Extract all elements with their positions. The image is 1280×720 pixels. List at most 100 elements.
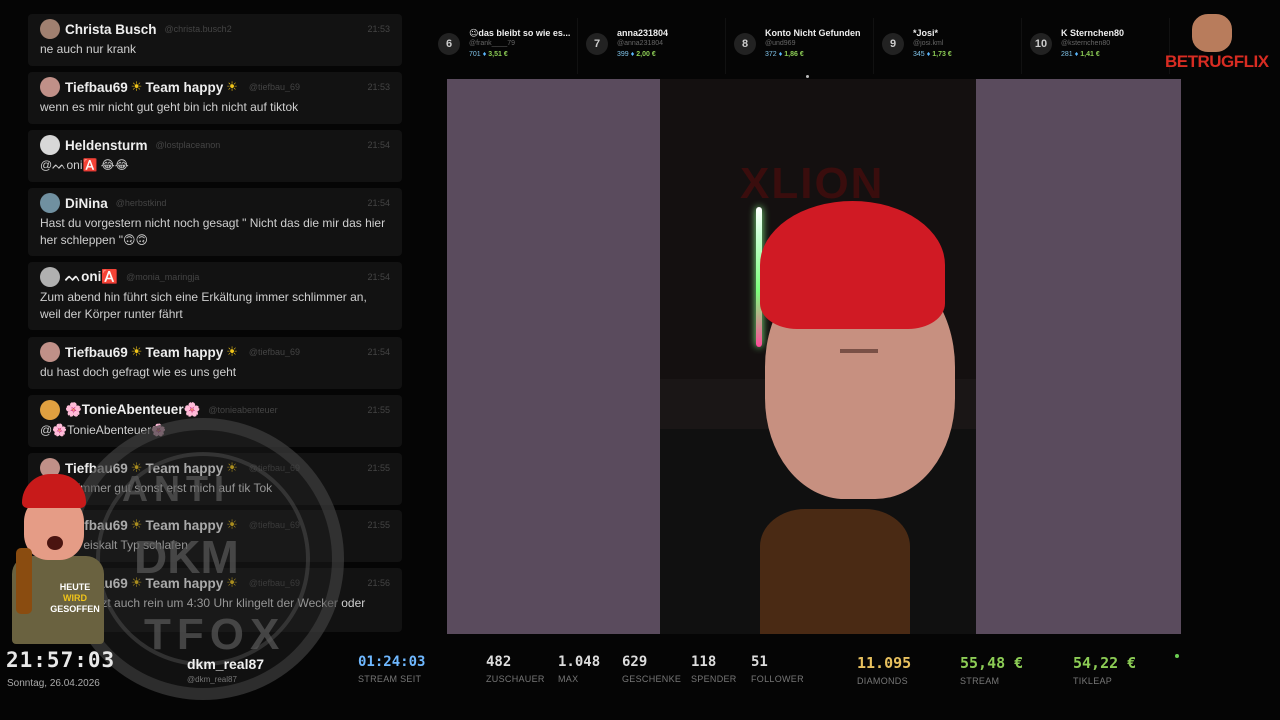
chat-time: 21:54 [367, 272, 390, 282]
sun-badge-icon: ☀ [130, 460, 143, 475]
stat-label: DIAMONDS [857, 676, 908, 686]
chat-username: DiNina [65, 195, 108, 211]
webcam-frame: XLION [660, 79, 976, 634]
avatar [40, 19, 60, 39]
avatar [40, 193, 60, 213]
money-value: 2,00 € [636, 51, 656, 58]
stat-value: 01:24:03 [358, 654, 426, 670]
leaderboard-name: 😉das bleibt so wie es... [469, 28, 571, 38]
stat-label: GESCHENKE [622, 674, 682, 684]
leaderboard-name: *Josi* [913, 28, 939, 38]
stat-label: SPENDER [691, 674, 737, 684]
diamond-icon: ♦ [482, 51, 487, 58]
stat-value: 629 [622, 654, 648, 670]
stat-value: 51 [751, 654, 768, 670]
betrugflix-logo: BETRUGFLIX [1162, 14, 1269, 76]
stat-value: 54,22 € [1073, 654, 1137, 672]
chat-username: Heldensturm [65, 137, 148, 153]
chat-text: ne auch nur krank [40, 42, 137, 56]
chat-message: Heldensturm @lostplaceanon 21:54 @ᨓoni🅰️… [28, 130, 402, 182]
chat-handle: @tiefbau_69 [248, 578, 301, 588]
chat-username: ᨓoni🅰️ [65, 269, 119, 284]
chat-time: 21:53 [367, 24, 390, 34]
stat-value: 55,48 € [960, 654, 1024, 672]
diamond-count: 399 [617, 51, 629, 58]
chat-text: Hast du vorgestern nicht noch gesagt " N… [40, 216, 386, 247]
chat-time: 21:53 [367, 82, 390, 92]
leaderboard-entry[interactable]: 8 Konto Nicht Gefunden @und969 372 ♦ 1,86 … [726, 18, 874, 74]
sun-badge-icon: ☀ [226, 575, 238, 590]
diamond-icon: ♦ [1074, 51, 1079, 58]
stat-label: TIKLEAP [1073, 676, 1113, 686]
chat-text: @🌸TonieAbenteuer🌸 [40, 423, 167, 437]
chat-username: 🌸TonieAbenteuer🌸 [65, 402, 201, 417]
chat-time: 21:55 [367, 405, 390, 415]
stat-stream-duration: 01:24:03 STREAM SEIT [358, 654, 425, 684]
chat-time: 21:56 [367, 578, 390, 588]
diamond-count: 701 [469, 51, 481, 58]
avatar [40, 77, 60, 97]
chat-username: Tiefbau69 [65, 79, 128, 95]
sun-badge-icon: ☀ [130, 575, 143, 590]
stat-label: STREAM [960, 676, 1000, 686]
chat-text: wenn es mir nicht gut geht bin ich nicht… [40, 100, 299, 114]
chat-message: Tiefbau69 ☀ Team happy ☀ @tiefbau_69 21:… [28, 72, 402, 124]
sun-badge-icon: ☀ [226, 517, 238, 532]
stat-label: STREAM SEIT [358, 674, 422, 684]
rank-badge: 10 [1030, 33, 1052, 55]
leaderboard-handle: @josi.kml [913, 40, 944, 47]
stat-tikleap: 54,22 € TIKLEAP [1073, 654, 1136, 686]
stat-diamonds: 11.095 DIAMONDS [857, 654, 911, 686]
gifter-leaderboard: 6 😉das bleibt so wie es... @frank____79 … [430, 18, 1170, 76]
leaderboard-entry[interactable]: 7 anna231804 @anna231804 399 ♦ 2,00 € [578, 18, 726, 74]
money-value: 1,41 € [1080, 51, 1100, 58]
team-label: Team happy [145, 575, 224, 591]
leaderboard-handle: @ksternchen80 [1061, 40, 1111, 47]
leaderboard-stats: 701 ♦ 3,51 € [469, 51, 508, 58]
chat-text: du hast doch gefragt wie es uns geht [40, 365, 237, 379]
chat-message: 🌸TonieAbenteuer🌸 @tonieabenteuer 21:55 @… [28, 395, 402, 447]
chat-username: Tiefbau69 [65, 344, 128, 360]
diamond-icon: ♦ [926, 51, 931, 58]
video-stream[interactable]: XLION [447, 79, 1181, 634]
shirt-print [760, 509, 910, 634]
chat-text: @ᨓoni🅰️ 😂😂 [40, 158, 129, 172]
leaderboard-entry[interactable]: 10 K Sternchen80 @ksternchen80 281 ♦ 1,41 … [1022, 18, 1170, 74]
stat-value: 1.048 [558, 654, 601, 670]
leaderboard-stats: 372 ♦ 1,86 € [765, 51, 804, 58]
status-dot [806, 75, 809, 78]
stat-stream-earnings: 55,48 € STREAM [960, 654, 1023, 686]
avatar [40, 135, 60, 155]
sun-badge-icon: ☀ [226, 344, 238, 359]
live-indicator-dot [1175, 654, 1179, 658]
team-label: Team happy [145, 517, 224, 533]
leaderboard-handle: @anna231804 [617, 40, 664, 47]
avatar [40, 342, 60, 362]
leaderboard-entry[interactable]: 9 *Josi* @josi.kml 345 ♦ 1,73 € [874, 18, 1022, 74]
sun-badge-icon: ☀ [226, 460, 238, 475]
mascot-cap [22, 474, 86, 508]
chat-username: Christa Busch [65, 21, 157, 37]
chat-handle: @tiefbau_69 [248, 520, 301, 530]
slogan-line: GESOFFEN [50, 604, 100, 614]
stat-label: ZUSCHAUER [486, 674, 545, 684]
chat-message: ᨓoni🅰️ @monia_maringja 21:54 Zum abend h… [28, 262, 402, 330]
leaderboard-entry[interactable]: 6 😉das bleibt so wie es... @frank____79 … [430, 18, 578, 74]
chat-time: 21:55 [367, 520, 390, 530]
mascot-sticker: HEUTE WIRD GESOFFEN [2, 470, 110, 650]
avatar [40, 400, 60, 420]
stat-value: 11.095 [857, 654, 912, 672]
avatar [40, 267, 60, 287]
leaderboard-stats: 399 ♦ 2,00 € [617, 51, 656, 58]
chat-handle: @monia_maringja [126, 272, 200, 282]
streamer-handle: @dkm_real87 [187, 675, 237, 684]
logo-text: BETRUGFLIX [1165, 52, 1269, 71]
slogan-line: WIRD [63, 593, 87, 603]
rank-badge: 9 [882, 33, 904, 55]
mascot-mouth [47, 536, 63, 550]
leaderboard-name: K Sternchen80 [1061, 28, 1125, 38]
diamond-count: 281 [1061, 51, 1073, 58]
money-value: 3,51 € [488, 51, 508, 58]
chat-handle: @herbstkind [115, 198, 167, 208]
mascot-slogan: HEUTE WIRD GESOFFEN [50, 582, 100, 615]
